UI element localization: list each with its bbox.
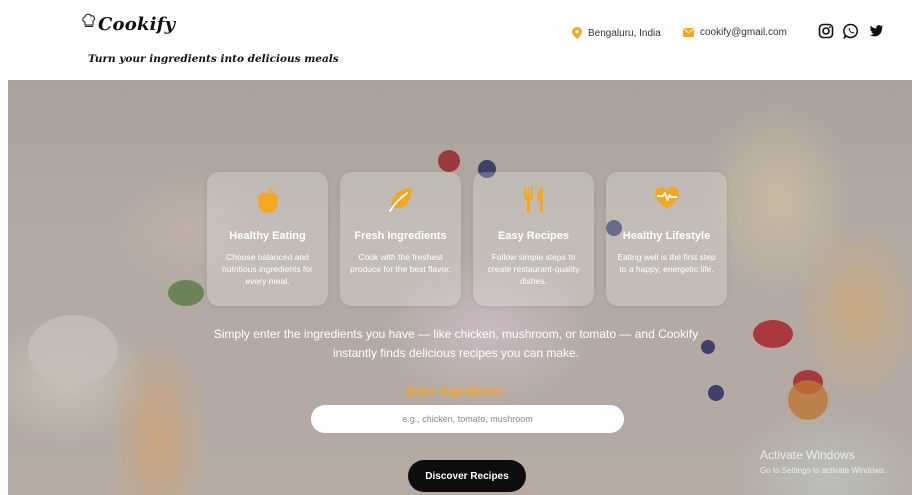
- feature-card-healthy-lifestyle: Healthy Lifestyle Eating well is the fir…: [606, 172, 727, 306]
- leaf-icon: [388, 188, 412, 212]
- map-pin-icon: [572, 27, 582, 39]
- feature-cards: Healthy Eating Choose balanced and nutri…: [207, 172, 727, 306]
- feature-description: Cook with the freshest produce for the b…: [350, 252, 451, 274]
- watermark-subtitle: Go to Settings to activate Windows.: [760, 466, 887, 475]
- whatsapp-icon[interactable]: [843, 23, 859, 40]
- utensils-icon: [523, 187, 543, 213]
- feature-card-healthy-eating: Healthy Eating Choose balanced and nutri…: [207, 172, 328, 306]
- feature-title: Fresh Ingredients: [354, 230, 447, 242]
- email-text[interactable]: cookify@gmail.com: [700, 27, 787, 38]
- feature-title: Healthy Lifestyle: [622, 230, 711, 242]
- activate-windows-watermark: Activate Windows Go to Settings to activ…: [760, 448, 886, 475]
- feature-card-easy-recipes: Easy Recipes Follow simple steps to crea…: [473, 172, 594, 306]
- brand-tagline: Turn your ingredients into delicious mea…: [88, 53, 339, 65]
- location-info: Bengaluru, India: [572, 27, 661, 39]
- ingredients-input[interactable]: [311, 405, 624, 433]
- location-text: Bengaluru, India: [588, 27, 661, 39]
- envelope-icon: [683, 28, 694, 37]
- site-header: Cookify Turn your ingredients into delic…: [0, 0, 912, 80]
- twitter-icon[interactable]: [868, 23, 884, 39]
- email-info[interactable]: cookify@gmail.com: [683, 27, 787, 38]
- brand-name: Cookify: [98, 14, 176, 35]
- feature-description: Eating well is the first step to a happy…: [617, 252, 716, 274]
- feature-title: Easy Recipes: [498, 230, 569, 242]
- intro-text: Simply enter the ingredients you have — …: [213, 327, 699, 360]
- instagram-icon[interactable]: [818, 23, 834, 39]
- feature-title: Healthy Eating: [229, 230, 306, 242]
- feature-description: Choose balanced and nutritious ingredien…: [222, 252, 313, 286]
- feature-card-fresh-ingredients: Fresh Ingredients Cook with the freshest…: [340, 172, 461, 306]
- chef-hat-icon: [82, 13, 96, 28]
- watermark-title: Activate Windows: [760, 448, 855, 462]
- ingredients-label: Enter Ingredients:: [406, 386, 506, 398]
- discover-recipes-button[interactable]: Discover Recipes: [408, 460, 526, 492]
- apple-icon: [257, 187, 278, 213]
- brand[interactable]: Cookify: [82, 13, 176, 35]
- social-links: [818, 23, 884, 40]
- feature-description: Follow simple steps to create restaurant…: [487, 252, 580, 286]
- heartbeat-icon: [654, 187, 679, 209]
